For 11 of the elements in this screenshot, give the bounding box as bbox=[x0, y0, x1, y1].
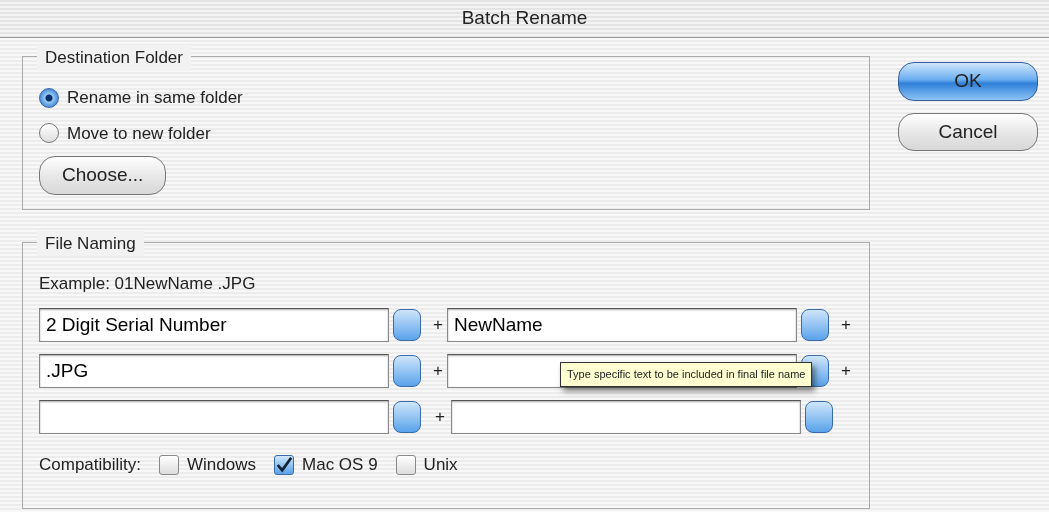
plus-sign: + bbox=[434, 406, 446, 429]
plus-sign: + bbox=[432, 360, 444, 383]
window-title: Batch Rename bbox=[461, 6, 588, 31]
plus-sign: + bbox=[432, 314, 444, 337]
plus-sign: + bbox=[840, 360, 852, 383]
tooltip: Type specific text to be included in final file name bbox=[560, 362, 813, 387]
group-label: Destination Folder bbox=[37, 45, 191, 71]
group-label: File Naming bbox=[37, 230, 144, 256]
compatibility-label: Compatibility: bbox=[39, 454, 142, 476]
plus-sign: + bbox=[840, 314, 852, 337]
example-text: Example: 01NewName .JPG bbox=[39, 272, 257, 295]
